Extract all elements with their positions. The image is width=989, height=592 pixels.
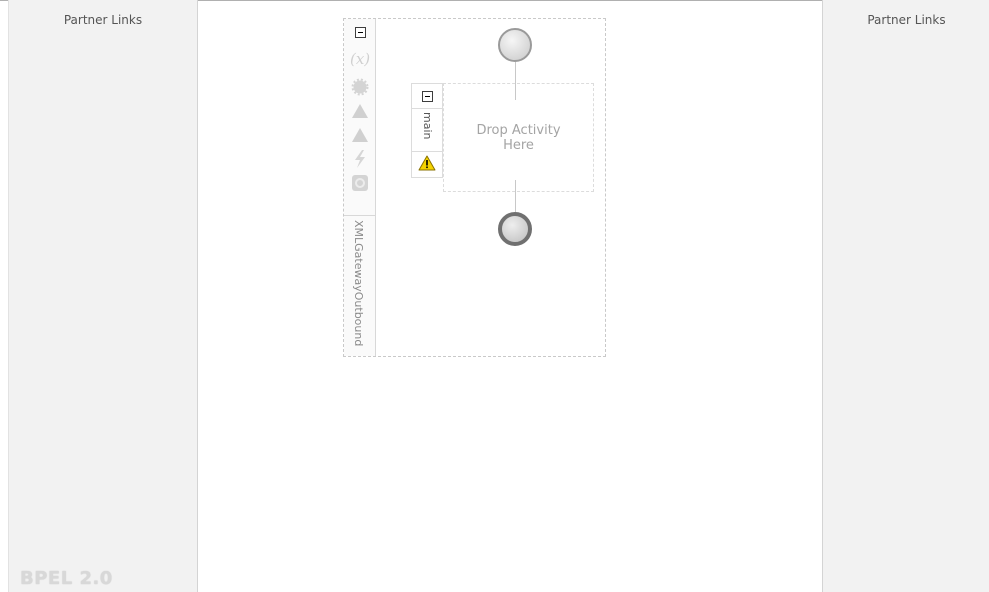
- collapse-icon[interactable]: [344, 22, 376, 42]
- warning-icon[interactable]: [412, 153, 442, 173]
- drop-activity-zone[interactable]: Drop Activity Here: [443, 83, 594, 192]
- right-partner-links-title: Partner Links: [867, 13, 946, 27]
- bpel-version-label: BPEL 2.0: [20, 568, 113, 589]
- left-partner-links-title: Partner Links: [63, 13, 143, 27]
- start-node[interactable]: [498, 28, 532, 62]
- process-name-text: XMLGatewayOutbound: [352, 220, 365, 347]
- termination-icon[interactable]: [344, 173, 376, 193]
- event-handler-icon[interactable]: [344, 149, 376, 169]
- process-toolbar: (x) XMLGatewayOutbound: [344, 19, 376, 356]
- end-node[interactable]: [498, 212, 532, 246]
- process-name-label: XMLGatewayOutbound: [344, 215, 376, 356]
- left-partner-links-panel[interactable]: Partner Links: [8, 0, 198, 592]
- drop-activity-text: Drop Activity Here: [476, 122, 561, 153]
- variables-icon[interactable]: (x): [344, 49, 376, 69]
- main-collapse-icon[interactable]: [412, 86, 442, 106]
- compensation-icon[interactable]: [344, 125, 376, 145]
- svg-text:(x): (x): [350, 50, 370, 68]
- right-partner-links-panel[interactable]: Partner Links: [822, 0, 989, 592]
- main-sequence[interactable]: main Drop Activity Here: [411, 83, 594, 192]
- main-sequence-toolbar: main: [411, 83, 443, 178]
- fault-handler-icon[interactable]: [344, 101, 376, 121]
- main-sequence-label-text: main: [421, 112, 434, 140]
- main-sequence-label: main: [412, 108, 442, 152]
- correlation-icon[interactable]: [344, 77, 376, 97]
